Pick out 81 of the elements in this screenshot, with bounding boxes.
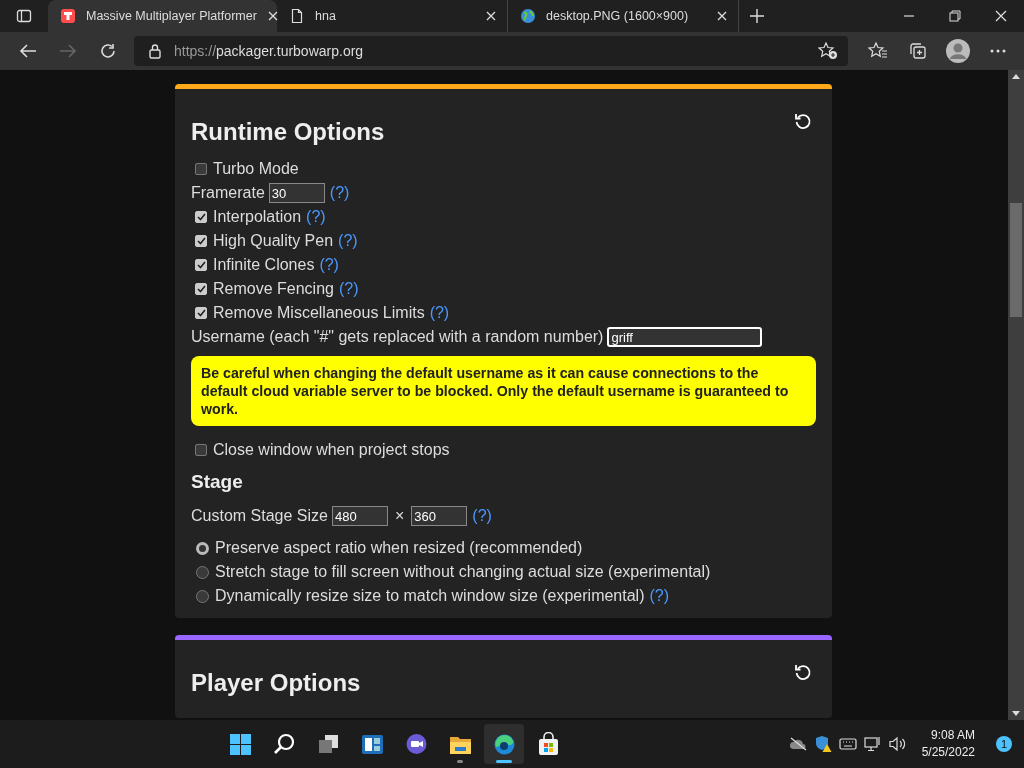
- checkmark-icon: [196, 309, 206, 317]
- checkbox[interactable]: [195, 259, 207, 271]
- checkbox-label: Remove Fencing: [213, 280, 334, 298]
- checkmark-icon: [196, 237, 206, 245]
- globe-icon: [520, 8, 536, 24]
- checkbox-label: Infinite Clones: [213, 256, 315, 274]
- clock-time[interactable]: 9:08 AM: [931, 727, 975, 744]
- close-icon[interactable]: [266, 10, 279, 22]
- page-icon: [289, 8, 305, 24]
- radio-button[interactable]: [196, 589, 209, 603]
- checkmark-icon: [196, 285, 206, 293]
- input-field[interactable]: 360: [411, 506, 468, 526]
- lock-icon: [148, 43, 162, 59]
- input-field[interactable]: 480: [331, 506, 388, 526]
- scrollbar-thumb[interactable]: [1010, 203, 1022, 317]
- volume-icon[interactable]: [888, 736, 907, 752]
- checkbox-label: Interpolation: [213, 208, 302, 226]
- favorite-add-icon[interactable]: [818, 42, 838, 60]
- section-title: Runtime Options: [191, 118, 385, 146]
- field-label: Framerate: [191, 184, 265, 202]
- warning-message: Be careful when changing the default username as it can cause connections to the default cloud variable server to be blocked. Only the default username is guaranteed to work.: [191, 356, 816, 426]
- turbowarp-logo-icon: [60, 8, 76, 24]
- scroll-down-arrow-icon[interactable]: [1012, 711, 1020, 716]
- help-link[interactable]: (?): [338, 232, 358, 250]
- address-bar[interactable]: https://packager.turbowarp.org: [134, 36, 848, 66]
- profile-avatar-icon[interactable]: [946, 39, 970, 63]
- close-icon[interactable]: [485, 10, 497, 22]
- scrollbar[interactable]: [1008, 70, 1024, 720]
- times-sign: ×: [394, 507, 405, 525]
- notification-badge[interactable]: 1: [996, 736, 1012, 752]
- reset-icon[interactable]: [794, 112, 812, 130]
- help-link[interactable]: (?): [329, 184, 350, 202]
- radio-button[interactable]: [196, 541, 209, 555]
- help-link[interactable]: (?): [472, 507, 492, 525]
- browser-icon[interactable]: [484, 724, 525, 764]
- help-link[interactable]: (?): [319, 256, 339, 274]
- help-link[interactable]: (?): [649, 587, 670, 605]
- close-icon[interactable]: [716, 10, 728, 22]
- checkmark-icon: [196, 261, 206, 269]
- input-field[interactable]: griff: [607, 327, 763, 347]
- clock-date[interactable]: 5/25/2022: [921, 744, 975, 761]
- network-icon[interactable]: [863, 736, 882, 752]
- tab-actions-icon[interactable]: [16, 8, 32, 24]
- reset-icon[interactable]: [794, 663, 812, 681]
- checkbox[interactable]: [195, 163, 207, 175]
- checkbox[interactable]: [195, 307, 207, 319]
- favorites-icon[interactable]: [868, 42, 888, 60]
- checkbox-label: Remove Miscellaneous Limits: [213, 304, 425, 322]
- radio-button[interactable]: [196, 565, 209, 579]
- more-icon[interactable]: [990, 49, 1006, 53]
- keyboard-icon[interactable]: [838, 738, 857, 750]
- checkbox-label: Close window when project stops: [213, 441, 450, 459]
- checkbox[interactable]: [195, 444, 207, 456]
- back-arrow-icon[interactable]: [19, 43, 37, 59]
- field-label: Custom Stage Size: [191, 507, 328, 525]
- checkbox-label: Turbo Mode: [213, 160, 299, 178]
- section-title: Player Options: [191, 669, 361, 697]
- collections-icon[interactable]: [909, 42, 927, 60]
- help-link[interactable]: (?): [338, 280, 359, 298]
- input-field[interactable]: 30: [268, 183, 325, 203]
- scroll-up-arrow-icon[interactable]: [1012, 74, 1020, 79]
- help-link[interactable]: (?): [429, 304, 450, 322]
- browser-tab[interactable]: Massive Multiplayer Platformer: [48, 0, 277, 32]
- checkbox[interactable]: [195, 235, 207, 247]
- field-label: Username (each "#" gets replaced with a random number): [191, 328, 604, 346]
- checkmark-icon: [196, 213, 206, 221]
- restore-icon[interactable]: [949, 10, 961, 22]
- help-link[interactable]: (?): [306, 208, 326, 226]
- cloud-off-icon[interactable]: [788, 737, 807, 751]
- checkbox[interactable]: [195, 283, 207, 295]
- radio-label: Preserve aspect ratio when resized (recommended): [215, 539, 583, 557]
- forward-arrow-icon: [59, 43, 77, 59]
- security-warning-icon[interactable]: [813, 735, 832, 753]
- refresh-icon[interactable]: [99, 42, 117, 60]
- close-icon[interactable]: [995, 10, 1007, 22]
- new-tab-icon[interactable]: [749, 8, 765, 24]
- checkbox[interactable]: [195, 211, 207, 223]
- radio-label: Dynamically resize size to match window size (experimental): [215, 587, 645, 605]
- radio-label: Stretch stage to fill screen without changing actual size (experimental): [215, 563, 711, 581]
- section-subtitle: Stage: [191, 471, 243, 493]
- checkbox-label: High Quality Pen: [213, 232, 334, 250]
